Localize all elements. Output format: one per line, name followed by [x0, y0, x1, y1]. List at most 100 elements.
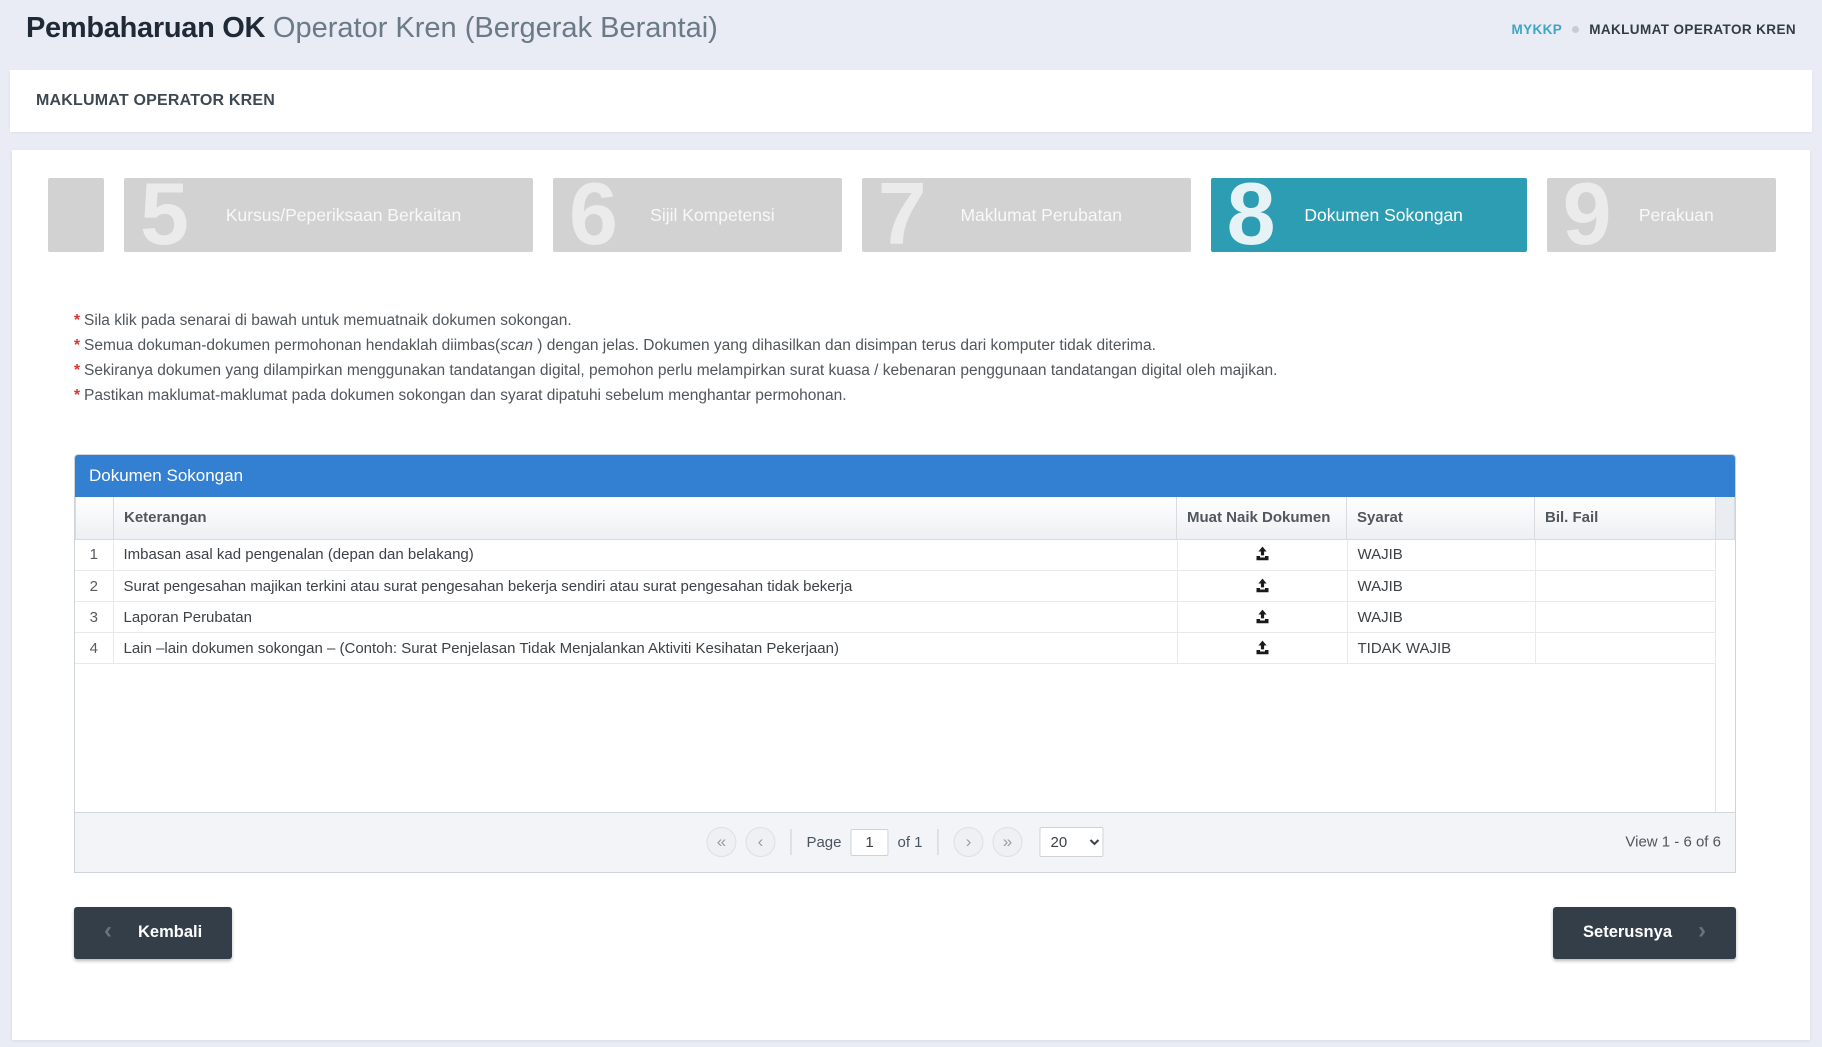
prev-page-icon: ‹	[758, 833, 764, 850]
step-6-sijil[interactable]: 6 Sijil Kompetensi	[553, 178, 842, 252]
note-text-italic: scan	[500, 337, 533, 354]
column-header-bil-fail[interactable]: Bil. Fail	[1535, 497, 1716, 539]
dokumen-sokongan-grid: Dokumen Sokongan Keterangan Muat Naik Do…	[74, 454, 1736, 873]
back-button-label: Kembali	[138, 923, 202, 942]
table-row: 1 Imbasan asal kad pengenalan (depan dan…	[75, 540, 1716, 571]
cell-bil-fail	[1535, 571, 1716, 602]
note-text: ) dengan jelas. Dokumen yang dihasilkan …	[533, 337, 1156, 354]
column-header-filler	[1716, 497, 1735, 539]
wizard-stepper: 5 Kursus/Peperiksaan Berkaitan 6 Sijil K…	[48, 178, 1776, 252]
first-page-icon: «	[717, 833, 726, 850]
note-line: *Sila klik pada senarai di bawah untuk m…	[74, 310, 1754, 331]
breadcrumb-separator-dot	[1572, 26, 1579, 33]
page-title: Pembaharuan OK Operator Kren (Bergerak B…	[26, 12, 718, 45]
grid-scroll-gutter	[1715, 540, 1716, 812]
cell-syarat: WAJIB	[1347, 540, 1535, 571]
prev-page-button[interactable]: ‹	[745, 827, 775, 857]
note-line: *Semua dokuman-dokumen permohonan hendak…	[74, 335, 1754, 356]
cell-syarat: WAJIB	[1347, 571, 1535, 602]
column-header-muat-naik[interactable]: Muat Naik Dokumen	[1177, 497, 1347, 539]
column-header-rownum	[76, 497, 114, 539]
step-partial	[48, 178, 104, 252]
row-number: 2	[75, 571, 113, 602]
page-title-primary: Pembaharuan OK	[26, 12, 265, 44]
page-size-select[interactable]: 20	[1040, 827, 1104, 857]
pager-separator	[938, 829, 939, 855]
grid-pager: « ‹ Page of 1 › » 20 View 1 - 6 of 6	[75, 812, 1735, 872]
breadcrumb-link-mykkp[interactable]: MYKKP	[1511, 22, 1562, 37]
step-8-dokumen-sokongan[interactable]: 8 Dokumen Sokongan	[1211, 178, 1527, 252]
cell-bil-fail	[1535, 540, 1716, 571]
back-button[interactable]: ‹ Kembali	[74, 907, 232, 959]
page-title-secondary: Operator Kren (Bergerak Berantai)	[273, 12, 718, 44]
row-number: 4	[75, 633, 113, 664]
row-number: 1	[75, 540, 113, 571]
upload-icon	[1255, 578, 1270, 593]
note-line: *Pastikan maklumat-maklumat pada dokumen…	[74, 385, 1754, 406]
note-text: Pastikan maklumat-maklumat pada dokumen …	[84, 387, 847, 404]
note-text: Sekiranya dokumen yang dilampirkan mengg…	[84, 362, 1277, 379]
next-button[interactable]: Seterusnya ›	[1553, 907, 1736, 959]
row-number: 3	[75, 602, 113, 633]
column-header-keterangan[interactable]: Keterangan	[114, 497, 1177, 539]
cell-keterangan: Lain –lain dokumen sokongan – (Contoh: S…	[113, 633, 1177, 664]
pager-separator	[790, 829, 791, 855]
chevron-left-icon: ‹	[104, 919, 112, 946]
cell-keterangan: Surat pengesahan majikan terkini atau su…	[113, 571, 1177, 602]
upload-document-button[interactable]	[1249, 544, 1276, 563]
note-text: Semua dokuman-dokumen permohonan hendakl…	[84, 337, 500, 354]
upload-icon	[1255, 546, 1270, 561]
cell-syarat: TIDAK WAJIB	[1347, 633, 1535, 664]
upload-document-button[interactable]	[1249, 638, 1276, 657]
cell-keterangan: Laporan Perubatan	[113, 602, 1177, 633]
cell-keterangan: Imbasan asal kad pengenalan (depan dan b…	[113, 540, 1177, 571]
next-page-button[interactable]: ›	[954, 827, 984, 857]
section-title-bar: MAKLUMAT OPERATOR KREN	[10, 70, 1812, 132]
table-row: 4 Lain –lain dokumen sokongan – (Contoh:…	[75, 633, 1716, 664]
required-asterisk: *	[74, 387, 80, 404]
cell-bil-fail	[1535, 633, 1716, 664]
upload-document-button[interactable]	[1249, 607, 1276, 626]
note-text: Sila klik pada senarai di bawah untuk me…	[84, 312, 572, 329]
breadcrumb-current: MAKLUMAT OPERATOR KREN	[1589, 22, 1796, 37]
upload-icon	[1255, 640, 1270, 655]
next-button-label: Seterusnya	[1583, 923, 1672, 942]
note-line: *Sekiranya dokumen yang dilampirkan meng…	[74, 360, 1754, 381]
table-row: 2 Surat pengesahan majikan terkini atau …	[75, 571, 1716, 602]
section-title: MAKLUMAT OPERATOR KREN	[36, 92, 275, 110]
required-asterisk: *	[74, 362, 80, 379]
required-asterisk: *	[74, 312, 80, 329]
action-buttons-row: ‹ Kembali Seterusnya ›	[74, 907, 1736, 959]
step-label: Maklumat Perubatan	[862, 178, 1191, 252]
chevron-right-icon: ›	[1698, 919, 1706, 946]
cell-syarat: WAJIB	[1347, 602, 1535, 633]
grid-body: 1 Imbasan asal kad pengenalan (depan dan…	[75, 540, 1735, 812]
upload-icon	[1255, 609, 1270, 624]
grid-header: Keterangan Muat Naik Dokumen Syarat Bil.…	[75, 497, 1735, 540]
next-page-icon: ›	[966, 833, 972, 850]
step-9-perakuan[interactable]: 9 Perakuan	[1547, 178, 1776, 252]
step-7-perubatan[interactable]: 7 Maklumat Perubatan	[862, 178, 1191, 252]
cell-bil-fail	[1535, 602, 1716, 633]
page-number-input[interactable]	[851, 829, 889, 856]
last-page-button[interactable]: »	[993, 827, 1023, 857]
breadcrumb: MYKKP MAKLUMAT OPERATOR KREN	[1511, 22, 1796, 37]
top-header: Pembaharuan OK Operator Kren (Bergerak B…	[0, 0, 1822, 62]
required-asterisk: *	[74, 337, 80, 354]
view-status: View 1 - 6 of 6	[1625, 834, 1721, 851]
grid-title-bar: Dokumen Sokongan	[75, 455, 1735, 497]
main-card: 5 Kursus/Peperiksaan Berkaitan 6 Sijil K…	[12, 150, 1810, 1040]
step-label: Perakuan	[1547, 178, 1776, 252]
step-5-kursus[interactable]: 5 Kursus/Peperiksaan Berkaitan	[124, 178, 533, 252]
first-page-button[interactable]: «	[706, 827, 736, 857]
step-label: Sijil Kompetensi	[553, 178, 842, 252]
page-of-label: of 1	[898, 834, 923, 851]
step-label: Kursus/Peperiksaan Berkaitan	[124, 178, 533, 252]
instruction-notes: *Sila klik pada senarai di bawah untuk m…	[74, 310, 1754, 406]
page-label: Page	[806, 834, 841, 851]
table-row: 3 Laporan Perubatan WAJIB	[75, 602, 1716, 633]
last-page-icon: »	[1003, 833, 1012, 850]
column-header-syarat[interactable]: Syarat	[1347, 497, 1535, 539]
upload-document-button[interactable]	[1249, 576, 1276, 595]
step-label: Dokumen Sokongan	[1211, 178, 1527, 252]
